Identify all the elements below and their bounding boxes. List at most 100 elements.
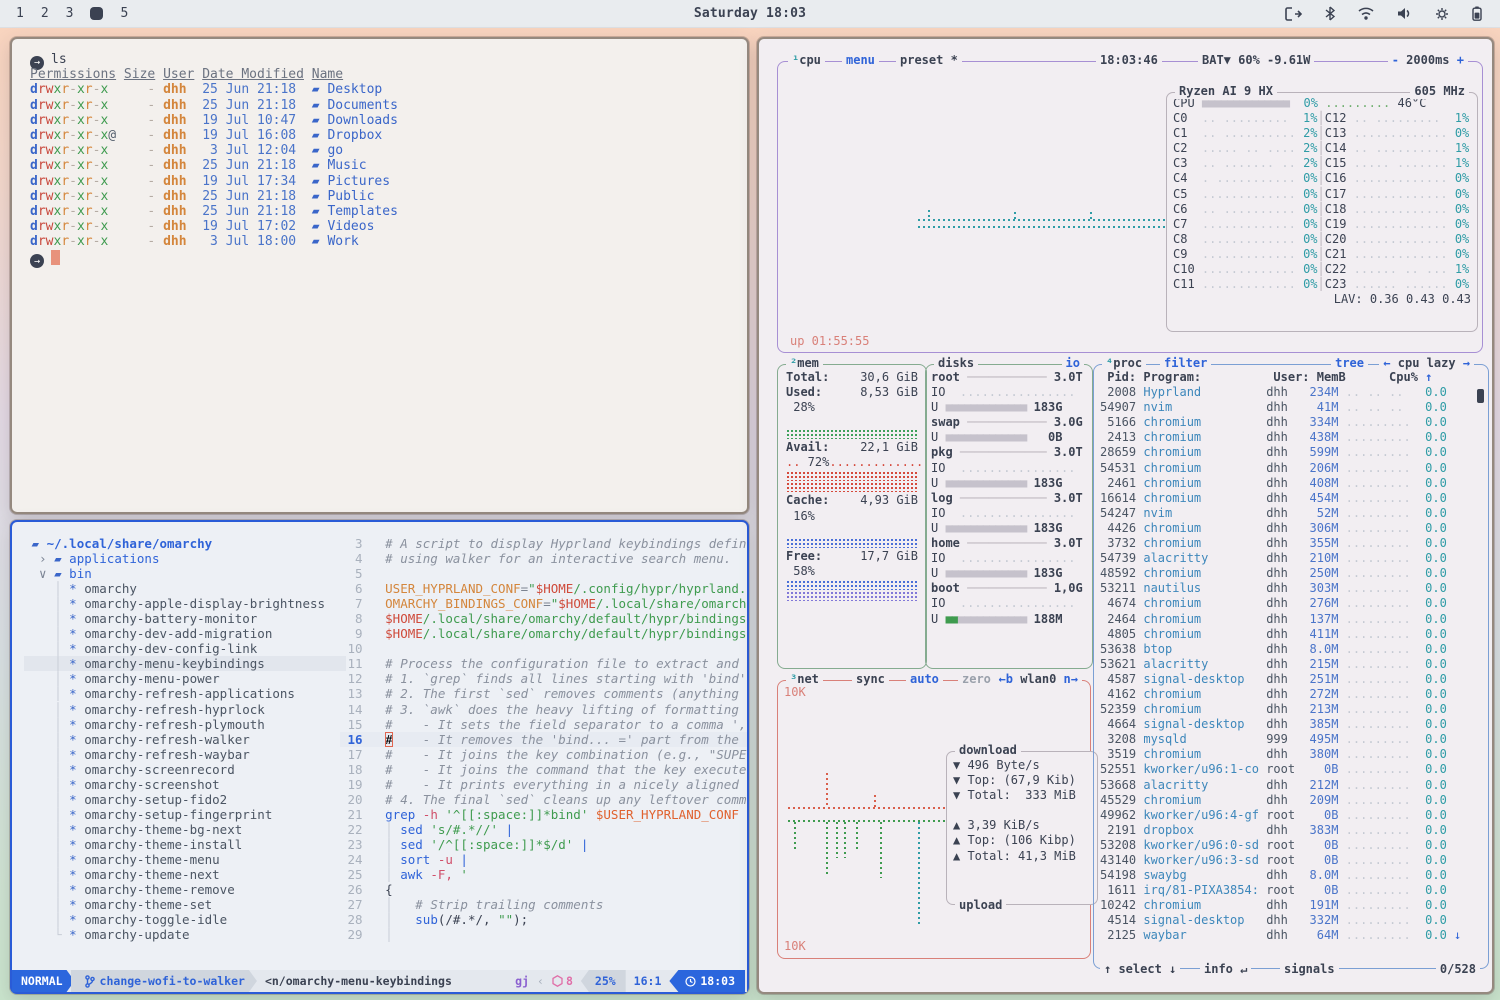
process-row[interactable]: 5166 chromium dhh 334M ......... 0.0 (1100, 415, 1482, 430)
process-row[interactable]: 3732 chromium dhh 355M ......... 0.0 (1100, 536, 1482, 551)
code-pane[interactable]: 3 # A script to display Hyprland keybind… (334, 522, 747, 968)
mem-used: Used:8,53 GiB (786, 385, 918, 400)
process-row[interactable]: 4587 signal-desktop dhh 251M ......... 0… (1100, 672, 1482, 687)
tree-item[interactable]: │ * omarchy-theme-bg-next (24, 822, 346, 837)
process-row[interactable]: 52359 chromium dhh 213M ......... 0.0 (1100, 702, 1482, 717)
tree-item[interactable]: │ * omarchy-screenrecord (24, 762, 346, 777)
process-row[interactable]: 54198 swaybg dhh 8.0M ......... 0.0 (1100, 868, 1482, 883)
process-row[interactable]: 4674 chromium dhh 276M ......... 0.0 (1100, 596, 1482, 611)
tree-item[interactable]: │ * omarchy-theme-remove (24, 882, 346, 897)
code-line: 17 # - It joins the key combination (e.g… (340, 747, 747, 762)
tree-item[interactable]: │ * omarchy-setup-fido2 (24, 792, 346, 807)
tree-item[interactable]: │ * omarchy (24, 581, 346, 596)
tree-item[interactable]: │ * omarchy-dev-add-migration (24, 626, 346, 641)
file-row: drwxr-xr-x - dhh 25 Jun 21:18 ▰ Desktop (30, 82, 747, 97)
process-row[interactable]: 3519 chromium dhh 380M ......... 0.0 (1100, 747, 1482, 762)
download-speed: ▼ 496 Byte/s (953, 758, 1091, 773)
tree-item[interactable]: │ * omarchy-theme-next (24, 867, 346, 882)
process-row[interactable]: 53208 kworker/u96:0-sd root 0B .........… (1100, 838, 1482, 853)
battery-icon[interactable] (1472, 6, 1482, 21)
btop-window[interactable]: ¹cpu menu preset * 18:03:46 BAT▼ 60% -9.… (757, 37, 1494, 994)
process-row[interactable]: 2413 chromium dhh 438M ......... 0.0 (1100, 430, 1482, 445)
mem-free-pct: 58% (786, 564, 918, 579)
process-row[interactable]: 2191 dropbox dhh 383M ......... 0.0 (1100, 823, 1482, 838)
cpu-frequency: 605 MHz (1410, 84, 1469, 99)
proc-info-hint[interactable]: info ↵ (1200, 962, 1251, 977)
terminal-window[interactable]: →ls Permissions Size User Date Modified … (10, 37, 749, 514)
process-row[interactable]: 45529 chromium dhh 209M ......... 0.0 (1100, 793, 1482, 808)
process-row[interactable]: 49962 kworker/u96:4-gf root 0B .........… (1100, 808, 1482, 823)
mem-free-meter (786, 591, 918, 601)
code-line: 21 grep -h '^[[:space:]]*bind' $USER_HYP… (340, 807, 747, 822)
tree-item[interactable]: ▰ ~/.local/share/omarchy (24, 536, 346, 551)
tree-item[interactable]: │ * omarchy-toggle-idle (24, 912, 346, 927)
wifi-icon[interactable] (1358, 7, 1374, 20)
net-upload-spike (836, 822, 838, 858)
mem-avail-pct: .. 72%............. (786, 455, 918, 470)
tree-item[interactable]: │ * omarchy-menu-keybindings (24, 656, 346, 671)
process-row[interactable]: 54247 nvim dhh 52M ......... 0.0 (1100, 506, 1482, 521)
proc-select-hint[interactable]: ↑ select ↓ (1100, 962, 1180, 977)
tree-item[interactable]: │ * omarchy-refresh-hyprlock (24, 702, 346, 717)
preset-button[interactable]: preset * (896, 53, 962, 68)
tree-item[interactable]: │ * omarchy-dev-config-link (24, 641, 346, 656)
process-row[interactable]: 54739 alacritty dhh 210M ......... 0.0 (1100, 551, 1482, 566)
process-row[interactable]: 53211 nautilus dhh 303M ......... 0.0 (1100, 581, 1482, 596)
process-row[interactable]: 1611 irq/81-PIXA3854: root 0B ......... … (1100, 883, 1482, 898)
tree-item[interactable]: │ * omarchy-refresh-walker (24, 732, 346, 747)
terminal-prompt-line-2[interactable]: → (30, 250, 747, 265)
mem-free-meter (786, 580, 918, 590)
process-row[interactable]: 3208 mysqld 999 495M ......... 0.0 (1100, 732, 1482, 747)
tree-item[interactable]: │ * omarchy-battery-monitor (24, 611, 346, 626)
gear-icon[interactable] (1435, 7, 1449, 21)
process-row[interactable]: 53668 alacritty dhh 212M ......... 0.0 (1100, 778, 1482, 793)
tree-item[interactable]: │ * omarchy-theme-set (24, 897, 346, 912)
terminal-prompt-line: →ls (30, 52, 747, 67)
update-interval[interactable]: - 2000ms + (1388, 53, 1468, 68)
process-row[interactable]: 2125 waybar dhh 64M ......... 0.0 ↓ (1100, 928, 1482, 943)
process-row[interactable]: 4805 chromium dhh 411M ......... 0.0 (1100, 627, 1482, 642)
tab-cpu[interactable]: ¹cpu (788, 53, 825, 68)
process-row[interactable]: 4162 chromium dhh 272M ......... 0.0 (1100, 687, 1482, 702)
tree-item[interactable]: │ * omarchy-menu-power (24, 671, 346, 686)
proc-scrollbar[interactable] (1477, 389, 1484, 403)
process-row[interactable]: 48592 chromium dhh 250M ......... 0.0 (1100, 566, 1482, 581)
net-upload-spike (844, 822, 846, 858)
tree-item[interactable]: │ * omarchy-refresh-plymouth (24, 717, 346, 732)
process-row[interactable]: 10242 chromium dhh 191M ......... 0.0 (1100, 898, 1482, 913)
cpu-graph-line (918, 219, 1166, 221)
tree-item[interactable]: │ * omarchy-refresh-applications (24, 686, 346, 701)
process-row[interactable]: 4664 signal-desktop dhh 385M ......... 0… (1100, 717, 1482, 732)
process-row[interactable]: 54907 nvim dhh 41M .. .. .. 0.0 (1100, 400, 1482, 415)
menu-button[interactable]: menu (842, 53, 879, 68)
process-row[interactable]: 4426 chromium dhh 306M ......... 0.0 (1100, 521, 1482, 536)
tree-item[interactable]: │ * omarchy-theme-menu (24, 852, 346, 867)
tree-item[interactable]: │ * omarchy-screenshot (24, 777, 346, 792)
tree-item[interactable]: › ▰ applications (24, 551, 346, 566)
tree-item[interactable]: └ * omarchy-update (24, 927, 346, 942)
process-row[interactable]: 2464 chromium dhh 137M ......... 0.0 (1100, 612, 1482, 627)
tree-item[interactable]: │ * omarchy-setup-fingerprint (24, 807, 346, 822)
process-row[interactable]: 28659 chromium dhh 599M ......... 0.0 (1100, 445, 1482, 460)
tree-item[interactable]: │ * omarchy-refresh-waybar (24, 747, 346, 762)
net-upload-spike (918, 822, 920, 926)
proc-signals-hint[interactable]: signals (1280, 962, 1339, 977)
process-row[interactable]: 53621 alacritty dhh 215M ......... 0.0 (1100, 657, 1482, 672)
proc-panel: ⁴proc filter tree ← cpu lazy → Pid: Prog… (1093, 364, 1489, 969)
logout-icon[interactable] (1285, 7, 1302, 21)
volume-icon[interactable] (1397, 7, 1412, 20)
process-row[interactable]: 53638 btop dhh 8.0M ......... 0.0 (1100, 642, 1482, 657)
code-line: 25 │ awk -F, ' (340, 867, 747, 882)
tree-item[interactable]: ∨ ▰ bin (24, 566, 346, 581)
process-row[interactable]: 52551 kworker/u96:1-co root 0B .........… (1100, 762, 1482, 777)
tree-item[interactable]: │ * omarchy-apple-display-brightness (24, 596, 346, 611)
process-row[interactable]: 4514 signal-desktop dhh 332M ......... 0… (1100, 913, 1482, 928)
process-row[interactable]: 16614 chromium dhh 454M ......... 0.0 (1100, 491, 1482, 506)
process-row[interactable]: 54531 chromium dhh 206M ......... 0.0 (1100, 461, 1482, 476)
process-row[interactable]: 2461 chromium dhh 408M ......... 0.0 (1100, 476, 1482, 491)
tree-item[interactable]: │ * omarchy-theme-install (24, 837, 346, 852)
bluetooth-icon[interactable] (1325, 6, 1335, 21)
editor-window[interactable]: ▰ ~/.local/share/omarchy › ▰ application… (10, 520, 749, 994)
process-row[interactable]: 43140 kworker/u96:3-sd root 0B .........… (1100, 853, 1482, 868)
process-row[interactable]: 2008 Hyprland dhh 234M .. .. .. 0.0 (1100, 385, 1482, 400)
